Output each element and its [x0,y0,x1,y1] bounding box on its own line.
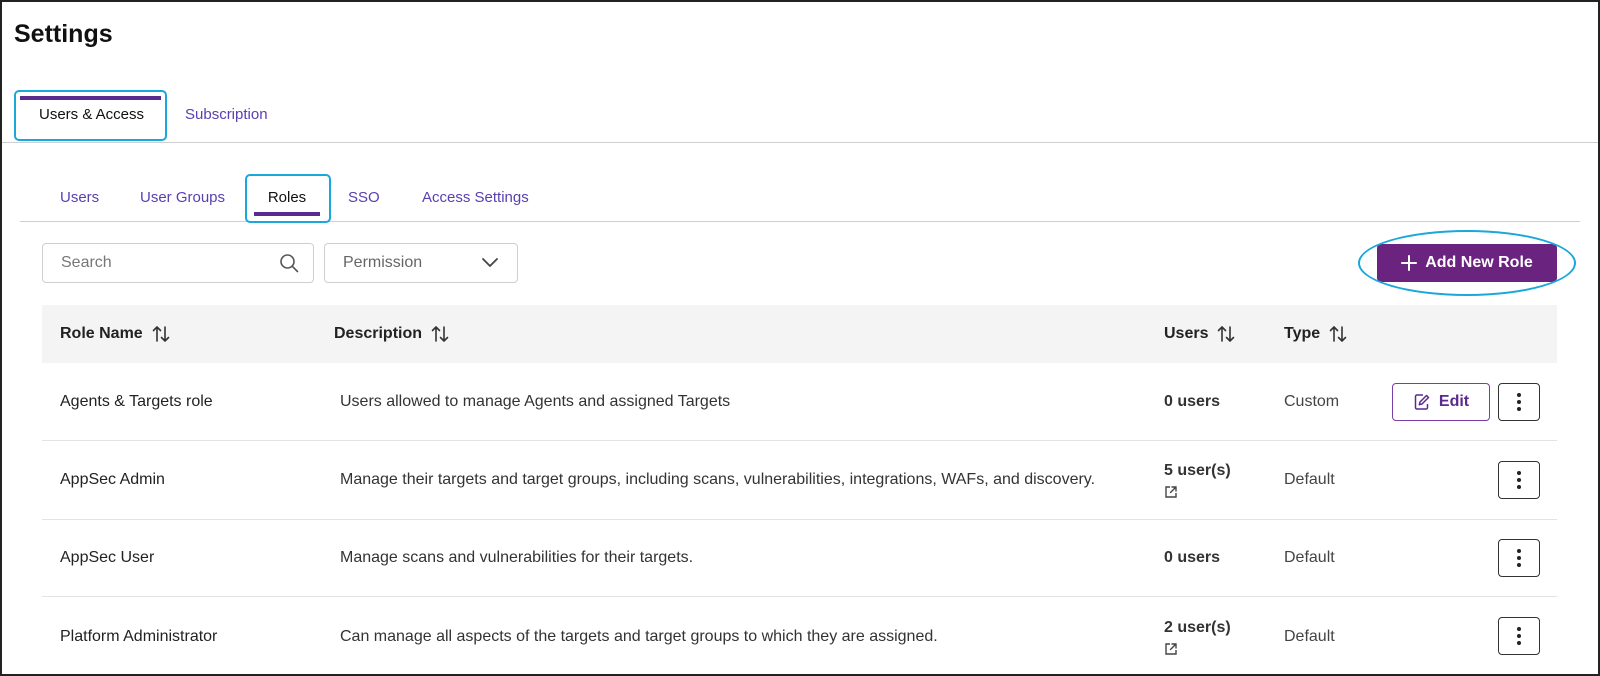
column-header-description[interactable]: Description [334,305,450,363]
table-row[interactable]: AppSec Admin Manage their targets and ta… [42,441,1557,520]
permission-dropdown-label: Permission [343,254,423,271]
role-name: Agents & Targets role [60,392,213,410]
more-actions-button[interactable] [1498,539,1540,577]
sort-icon[interactable] [1328,324,1348,344]
column-header-label: Users [1164,325,1209,342]
tab-subscription[interactable]: Subscription [185,88,280,141]
sub-tab-access-settings[interactable]: Access Settings [422,174,529,220]
role-description: Users allowed to manage Agents and assig… [340,392,731,410]
users-count-link[interactable]: 5 user(s) [1164,462,1231,480]
role-users-count: 2 user(s) [1164,597,1231,674]
external-link-icon[interactable] [1164,485,1178,499]
page-title: Settings [14,20,113,48]
table-row[interactable]: Agents & Targets role Users allowed to m… [42,363,1557,441]
edit-icon [1413,393,1431,411]
users-count-text[interactable]: 0 users [1164,393,1220,411]
table-row[interactable]: AppSec User Manage scans and vulnerabili… [42,520,1557,597]
sub-tab-user-groups[interactable]: User Groups [140,174,225,220]
role-type: Default [1284,628,1335,645]
column-header-users[interactable]: Users [1164,305,1236,363]
column-header-role-name[interactable]: Role Name [60,305,171,363]
permission-dropdown[interactable]: Permission [324,243,518,283]
role-type: Custom [1284,392,1340,410]
sort-icon[interactable] [430,324,450,344]
role-users-count: 0 users [1164,363,1220,440]
more-actions-button[interactable] [1498,617,1540,655]
role-type: Default [1284,549,1335,566]
edit-button[interactable]: Edit [1392,383,1490,421]
add-new-role-button[interactable]: Add New Role [1377,244,1557,282]
more-actions-button[interactable] [1498,461,1540,499]
more-vertical-icon [1516,626,1522,646]
sort-icon[interactable] [151,324,171,344]
sort-icon[interactable] [1216,324,1236,344]
users-count-text[interactable]: 0 users [1164,549,1220,567]
more-vertical-icon [1516,392,1522,412]
column-header-label: Type [1284,325,1321,342]
search-icon[interactable] [279,253,299,273]
column-header-label: Description [334,325,423,342]
sub-tab-roles[interactable]: Roles [246,174,328,220]
tab-users-and-access[interactable]: Users & Access [14,88,169,141]
sub-tab-users[interactable]: Users [60,174,99,220]
users-count-link[interactable]: 2 user(s) [1164,619,1231,637]
sub-tab-sso[interactable]: SSO [348,174,380,220]
edit-button-label: Edit [1438,393,1470,410]
role-users-count: 5 user(s) [1164,441,1231,519]
external-link-icon[interactable] [1164,642,1178,656]
column-header-type[interactable]: Type [1284,305,1348,363]
main-tabs: Users & Access Subscription [2,88,1598,143]
role-name: Platform Administrator [60,628,218,645]
search-box [42,243,314,283]
chevron-down-icon [481,257,499,269]
add-new-role-label: Add New Role [1425,254,1533,271]
more-vertical-icon [1516,548,1522,568]
plus-icon [1401,255,1418,271]
more-actions-button[interactable] [1498,383,1540,421]
table-header: Role Name Description Users Type [42,305,1557,363]
role-type: Default [1284,471,1335,488]
role-description: Manage scans and vulnerabilities for the… [340,549,694,566]
table-row[interactable]: Platform Administrator Can manage all as… [42,597,1557,674]
role-users-count: 0 users [1164,520,1220,596]
role-description: Manage their targets and target groups, … [340,471,1096,488]
role-name: AppSec Admin [60,471,165,488]
roles-table: Role Name Description Users Type Agents … [42,305,1557,674]
more-vertical-icon [1516,470,1522,490]
role-name: AppSec User [60,549,155,566]
sub-tabs: Users User Groups Roles SSO Access Setti… [20,174,1580,222]
search-input[interactable] [61,254,271,272]
column-header-label: Role Name [60,325,143,342]
role-description: Can manage all aspects of the targets an… [340,628,938,645]
settings-window: Settings Users & Access Subscription Use… [0,0,1600,676]
